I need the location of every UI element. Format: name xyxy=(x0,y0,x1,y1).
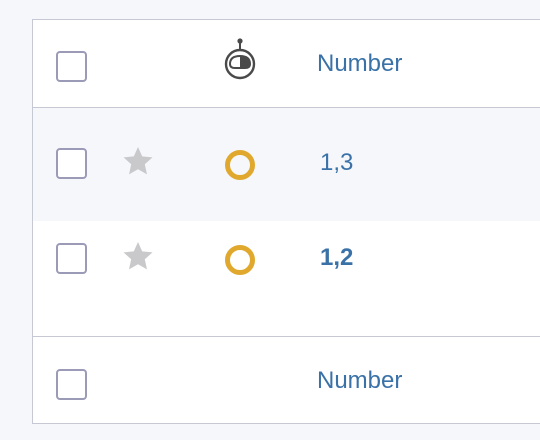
star-icon[interactable] xyxy=(122,145,154,177)
select-all-checkbox[interactable] xyxy=(56,51,87,82)
table-row[interactable]: 1,2 xyxy=(33,221,540,337)
row-checkbox[interactable] xyxy=(56,148,87,179)
robot-icon xyxy=(224,38,256,80)
select-all-checkbox-footer[interactable] xyxy=(56,369,87,400)
column-footer-number[interactable]: Number xyxy=(317,367,402,395)
column-header-number[interactable]: Number xyxy=(317,50,402,78)
row-checkbox[interactable] xyxy=(56,243,87,274)
ring-icon xyxy=(225,150,255,180)
table-header-row: Number xyxy=(33,20,540,108)
number-cell[interactable]: 1,3 xyxy=(320,149,353,177)
number-cell[interactable]: 1,2 xyxy=(320,244,353,272)
ring-icon xyxy=(225,245,255,275)
table-footer-row: Number xyxy=(33,337,540,424)
star-icon[interactable] xyxy=(122,240,154,272)
table-row[interactable]: 1,3 xyxy=(33,108,540,221)
message-table: Number 1,3 1,2 Number xyxy=(32,19,540,424)
